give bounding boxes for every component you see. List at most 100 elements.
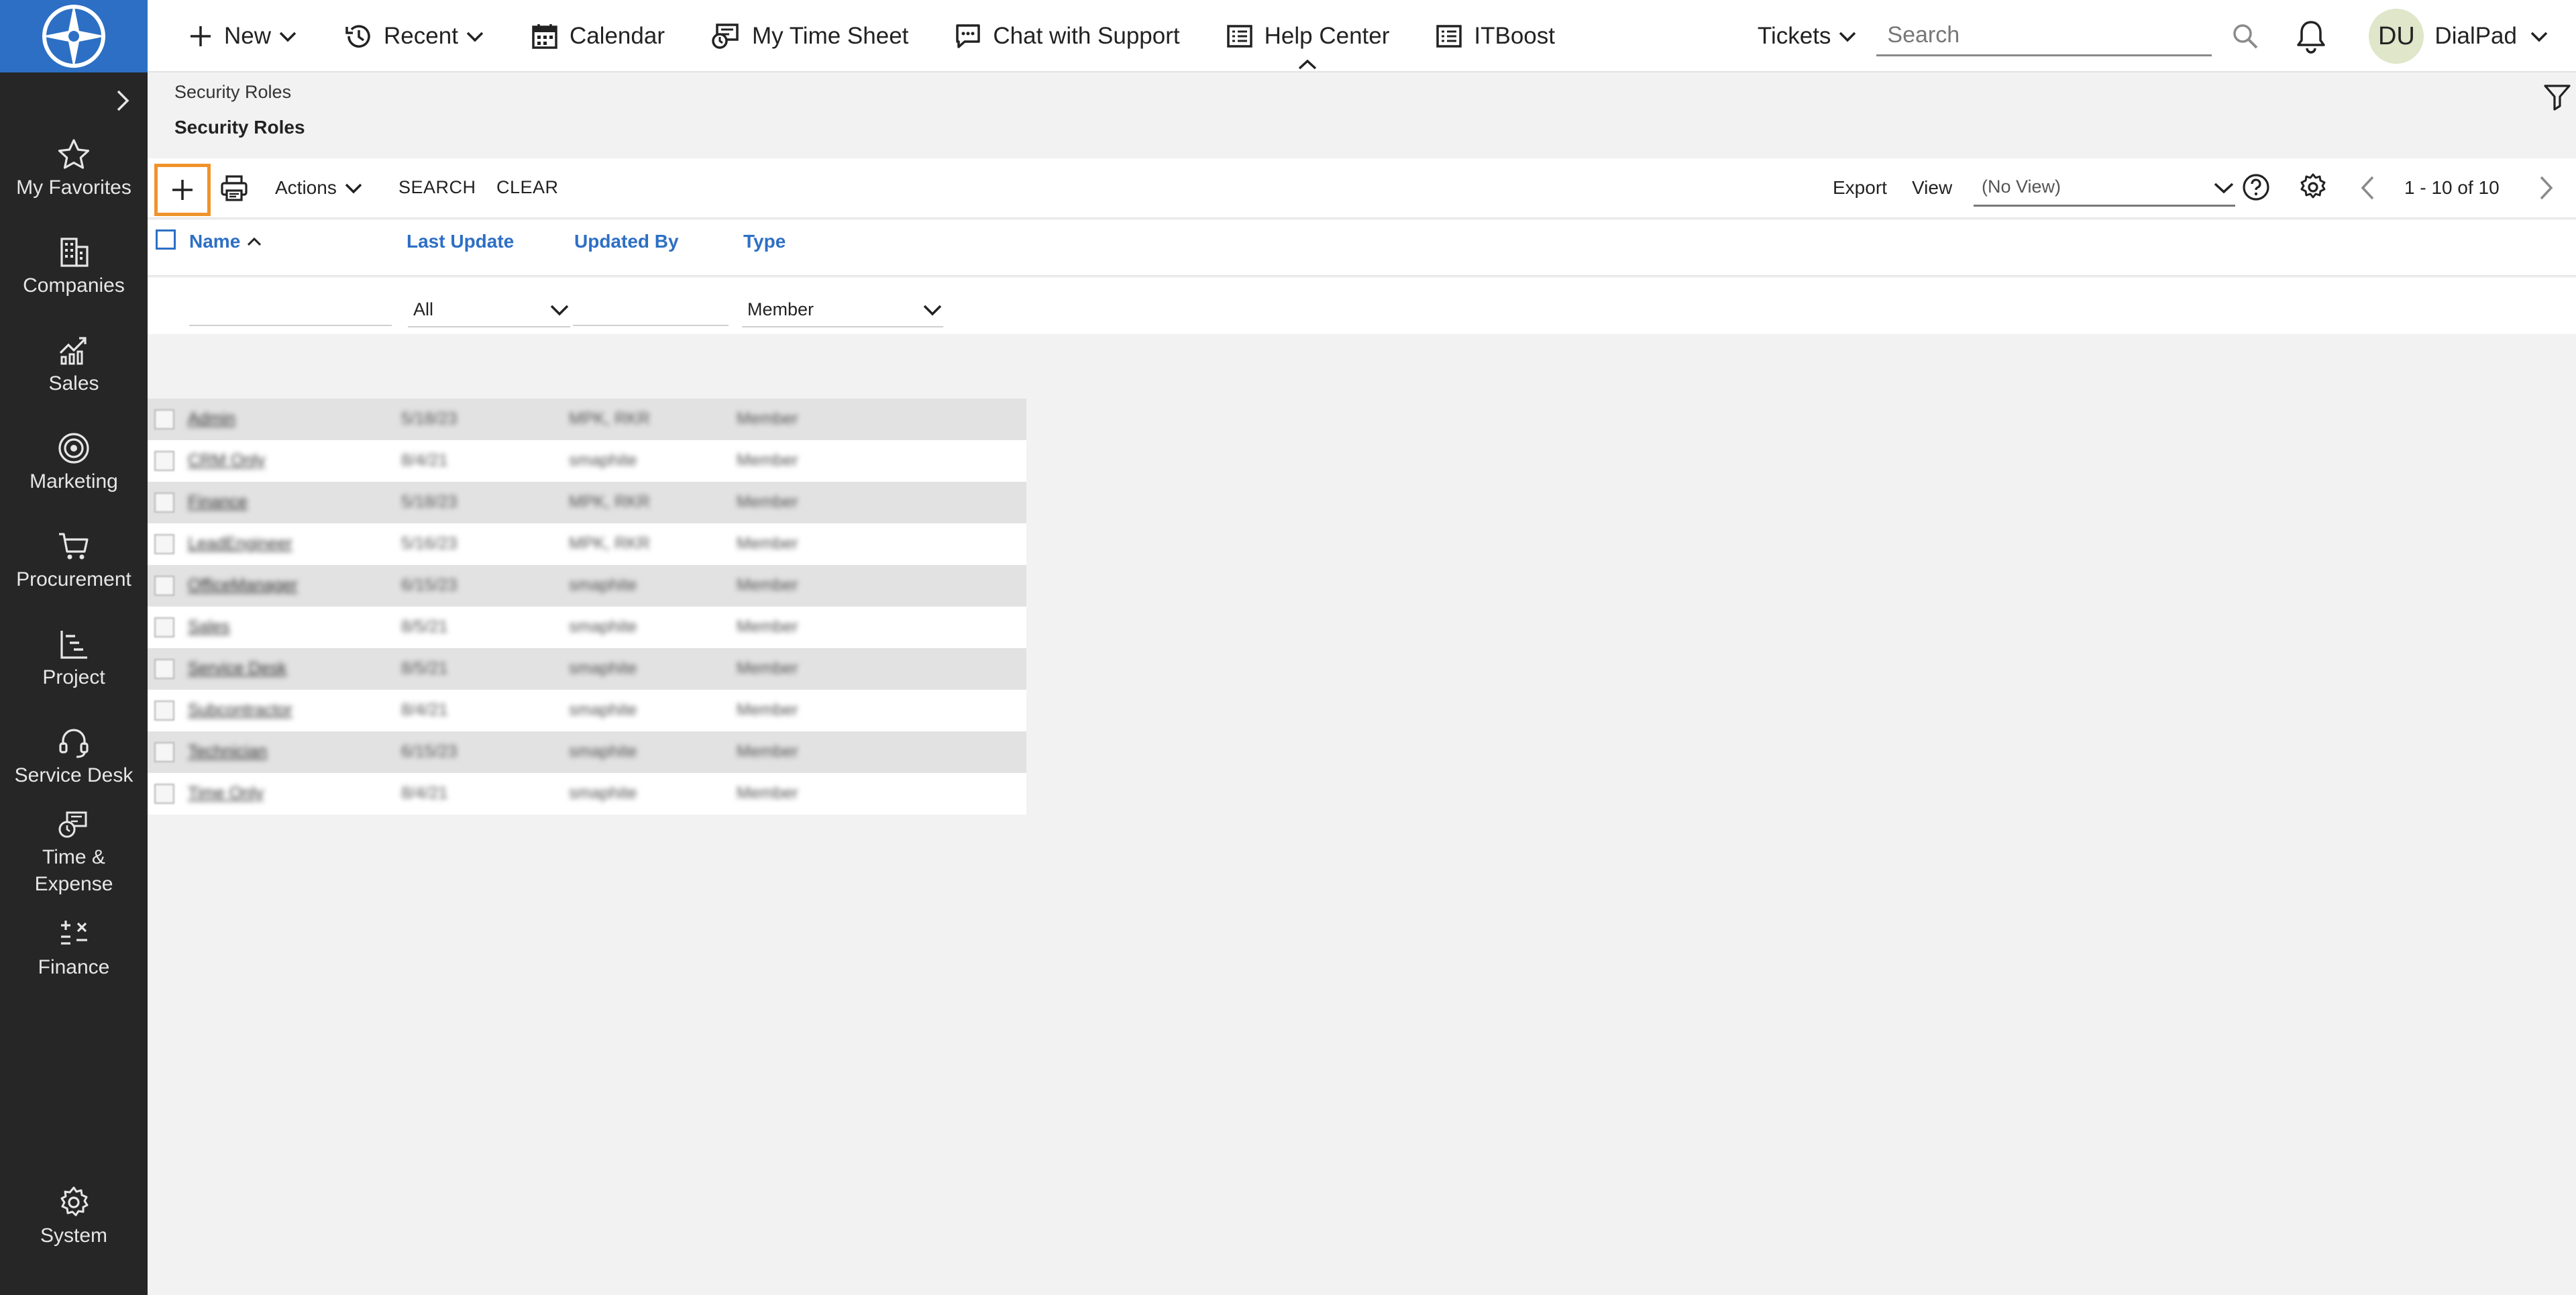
- sales-chart-icon: [59, 337, 87, 365]
- chevron-left-icon[interactable]: [2355, 173, 2381, 203]
- caret-up-icon: [1298, 59, 1317, 70]
- sidebar-item-finance[interactable]: Finance: [0, 917, 148, 981]
- sidebar-item-companies[interactable]: Companies: [0, 235, 148, 299]
- chevron-right-icon[interactable]: [113, 87, 133, 114]
- cell-type: Member: [737, 701, 798, 719]
- cell-type: Member: [737, 493, 798, 511]
- search-button[interactable]: SEARCH: [398, 177, 476, 198]
- sidebar-item-marketing[interactable]: Marketing: [0, 431, 148, 495]
- search-button[interactable]: [2231, 21, 2260, 51]
- cell-name[interactable]: Admin: [188, 409, 235, 429]
- table-row[interactable]: Admin 5/18/23 MPK, RKR Member: [148, 399, 1026, 440]
- name-filter-input[interactable]: [189, 297, 392, 326]
- sidebar-item-label: Finance: [38, 956, 110, 978]
- row-checkbox[interactable]: [154, 617, 174, 637]
- last-update-filter-select[interactable]: All: [408, 293, 570, 327]
- timesheet-icon: [712, 23, 739, 49]
- chevron-right-icon[interactable]: [2532, 173, 2559, 203]
- row-checkbox[interactable]: [154, 659, 174, 679]
- nav-itboost[interactable]: ITBoost: [1435, 0, 1555, 72]
- table-row[interactable]: LeadEngineer 5/16/23 MPK, RKR Member: [148, 523, 1026, 565]
- export-button[interactable]: Export: [1833, 177, 1887, 199]
- row-checkbox[interactable]: [154, 576, 174, 596]
- nav-my-time-sheet[interactable]: My Time Sheet: [710, 0, 908, 72]
- cell-name[interactable]: CRM Only: [188, 451, 265, 470]
- row-checkbox[interactable]: [154, 409, 174, 429]
- cell-last-update: 8/4/21: [401, 451, 448, 470]
- nav-help-center[interactable]: Help Center: [1226, 0, 1389, 72]
- row-checkbox[interactable]: [154, 742, 174, 762]
- actions-dropdown[interactable]: Actions: [275, 177, 364, 199]
- column-header-last-update[interactable]: Last Update: [407, 231, 514, 252]
- cell-name[interactable]: Technician: [188, 742, 267, 762]
- table-row[interactable]: Finance 5/18/23 MPK, RKR Member: [148, 482, 1026, 523]
- select-all-checkbox[interactable]: [156, 229, 176, 250]
- type-filter-select[interactable]: Member: [742, 293, 943, 327]
- print-icon[interactable]: [219, 173, 250, 204]
- row-checkbox[interactable]: [154, 534, 174, 554]
- settings-gear-icon[interactable]: [2298, 172, 2328, 203]
- updated-by-filter-input[interactable]: [573, 297, 729, 326]
- nav-chat-with-support[interactable]: Chat with Support: [954, 0, 1180, 72]
- notifications-button[interactable]: [2295, 19, 2327, 54]
- time-expense-icon: [58, 811, 87, 838]
- cell-type: Member: [737, 451, 798, 470]
- nav-new[interactable]: New: [188, 0, 298, 72]
- chevron-down-icon: [2214, 183, 2234, 193]
- tickets-dropdown[interactable]: Tickets: [1758, 23, 1858, 50]
- table-row[interactable]: Subcontractor 8/4/21 smaphite Member: [148, 690, 1026, 731]
- search-input[interactable]: [1887, 22, 2212, 48]
- sidebar-item-project[interactable]: Project: [0, 627, 148, 691]
- app-logo[interactable]: [0, 0, 148, 72]
- sidebar-item-my-favorites[interactable]: My Favorites: [0, 137, 148, 201]
- sidebar-item-sales[interactable]: Sales: [0, 333, 148, 397]
- help-icon[interactable]: [2241, 172, 2271, 203]
- row-checkbox[interactable]: [154, 493, 174, 513]
- nav-chat-with-support-label: Chat with Support: [993, 23, 1180, 49]
- cell-updated-by: smaphite: [569, 784, 637, 802]
- nav-calendar[interactable]: Calendar: [531, 0, 665, 72]
- row-checkbox[interactable]: [154, 451, 174, 471]
- column-header-label: Last Update: [407, 231, 515, 252]
- table-row[interactable]: Time Only 8/4/21 smaphite Member: [148, 773, 1026, 815]
- column-header-updated-by[interactable]: Updated By: [574, 231, 679, 252]
- row-checkbox[interactable]: [154, 784, 174, 804]
- chevron-down-icon[interactable]: [2529, 26, 2549, 46]
- table-row[interactable]: Sales 8/5/21 smaphite Member: [148, 607, 1026, 648]
- sidebar-item-system[interactable]: System: [0, 1185, 148, 1249]
- column-header-name[interactable]: Name: [189, 231, 263, 252]
- cell-name[interactable]: LeadEngineer: [188, 534, 292, 554]
- sidebar-item-time-expense[interactable]: Time & Expense: [0, 811, 148, 898]
- breadcrumb[interactable]: Security Roles: [174, 82, 291, 103]
- sidebar-item-label: Marketing: [30, 470, 118, 493]
- clear-button[interactable]: CLEAR: [496, 177, 559, 198]
- cell-updated-by: smaphite: [569, 576, 637, 594]
- table-row[interactable]: CRM Only 8/4/21 smaphite Member: [148, 440, 1026, 482]
- filter-icon[interactable]: [2542, 82, 2572, 111]
- cell-name[interactable]: Time Only: [188, 784, 264, 803]
- nav-recent[interactable]: Recent: [343, 0, 485, 72]
- cell-last-update: 8/5/21: [401, 617, 448, 636]
- view-select[interactable]: (No View): [1974, 169, 2235, 207]
- table-row[interactable]: OfficeManager 6/15/23 smaphite Member: [148, 565, 1026, 607]
- avatar[interactable]: DU: [2369, 9, 2424, 64]
- sidebar-item-service-desk[interactable]: Service Desk: [0, 725, 148, 789]
- cell-name[interactable]: Service Desk: [188, 659, 286, 678]
- cell-name[interactable]: Finance: [188, 493, 248, 512]
- nav-recent-label: Recent: [384, 23, 458, 49]
- row-checkbox[interactable]: [154, 701, 174, 721]
- cell-name[interactable]: OfficeManager: [188, 576, 298, 595]
- chevron-down-icon: [923, 305, 942, 316]
- plus-icon: [172, 180, 193, 200]
- add-button[interactable]: [154, 164, 211, 216]
- cell-type: Member: [737, 784, 798, 802]
- column-header-type[interactable]: Type: [743, 231, 786, 252]
- table-row[interactable]: Technician 6/15/23 smaphite Member: [148, 731, 1026, 773]
- table-row[interactable]: Service Desk 8/5/21 smaphite Member: [148, 648, 1026, 690]
- cell-name[interactable]: Sales: [188, 617, 230, 637]
- cell-last-update: 6/15/23: [401, 576, 458, 594]
- user-name[interactable]: DialPad: [2434, 23, 2517, 50]
- cell-name[interactable]: Subcontractor: [188, 701, 292, 720]
- sidebar-item-procurement[interactable]: Procurement: [0, 529, 148, 593]
- column-header-label: Type: [743, 231, 786, 252]
